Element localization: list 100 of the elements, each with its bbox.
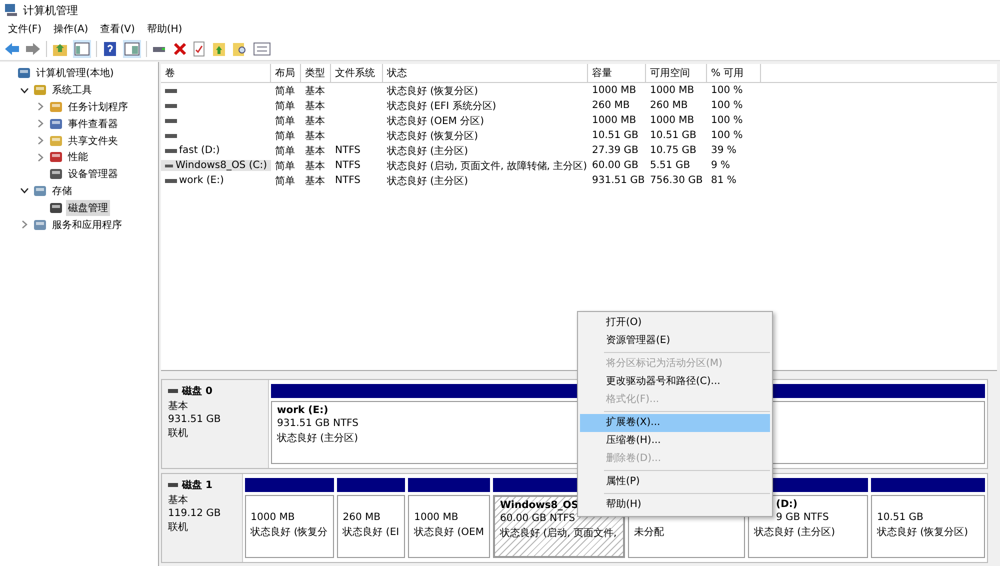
table-cell-text: 基本 <box>305 130 325 142</box>
column-header[interactable]: 文件系统 <box>331 64 383 82</box>
table-cell[interactable]: work (E:) <box>179 175 224 186</box>
table-cell: 100 % <box>711 115 743 126</box>
context-menu-item[interactable]: 压缩卷(H)... <box>580 432 770 450</box>
tree-item[interactable]: 设备管理器 <box>66 166 120 182</box>
disk-type: 基本 <box>168 400 189 413</box>
column-header[interactable]: 状态 <box>383 64 588 82</box>
table-cell-text: 基本 <box>305 114 325 128</box>
context-menu-item[interactable]: 属性(P) <box>580 473 770 491</box>
table-cell-text: 简单 <box>275 144 295 158</box>
table-cell-text: 简单 <box>275 130 295 142</box>
table-cell: 100 % <box>711 130 743 141</box>
table-cell-text: 状态良好 (启动, 页面文件, 故障转储, 主分区) <box>387 160 588 172</box>
partition-status: 状态良好 (主分区) <box>754 526 835 539</box>
tree-item[interactable]: 任务计划程序 <box>66 98 130 115</box>
table-cell: 260 MB <box>592 100 630 111</box>
table-cell-text: 基本 <box>305 84 325 98</box>
partition-status: 状态良好 (EI <box>342 526 400 539</box>
tree-item[interactable]: 存储 <box>50 182 74 199</box>
table-cell-text: 基本 <box>305 100 325 112</box>
table-cell: 10.51 GB <box>650 130 696 141</box>
table-cell: 10.51 GB <box>592 130 638 141</box>
disk-size: 931.51 GB <box>168 414 222 425</box>
column-header[interactable]: 可用空间 <box>646 64 707 82</box>
table-cell: 100 % <box>711 85 743 96</box>
tree-item[interactable]: 事件查看器 <box>66 116 120 132</box>
partition-block[interactable]: 1000 MB 状态良好 (恢复分 <box>244 495 334 558</box>
table-cell: NTFS <box>335 175 361 186</box>
table-cell: NTFS <box>335 145 361 156</box>
partition-status: 状态良好 (恢复分 <box>250 526 328 539</box>
tree-item[interactable]: 计算机管理(本地) <box>34 65 116 82</box>
table-cell-text: 简单 <box>275 174 295 188</box>
table-cell-text: 状态良好 (OEM 分区) <box>387 114 484 128</box>
table-cell: 81 % <box>711 175 736 186</box>
tree-item[interactable]: 性能 <box>66 149 90 166</box>
partition-status: 状态良好 (启动, 页面文件, <box>500 526 617 540</box>
table-cell-text: 基本 <box>305 174 325 188</box>
menu-item[interactable]: 操作(A) <box>50 21 92 37</box>
partition-status: 状态良好 (OEM <box>414 526 484 539</box>
partition-block[interactable]: 260 MB 状态良好 (EI <box>336 495 406 558</box>
table-cell: 931.51 GB <box>592 175 645 186</box>
disk-size: 119.12 GB <box>168 508 222 519</box>
context-menu-item[interactable]: 打开(O) <box>580 314 770 332</box>
column-header[interactable]: % 可用 <box>707 64 761 82</box>
table-cell[interactable]: fast (D:) <box>179 145 220 156</box>
tree-item[interactable]: 磁盘管理 <box>66 200 110 216</box>
context-menu-item[interactable]: 更改驱动器号和路径(C)... <box>580 373 770 391</box>
table-cell: 5.51 GB <box>650 160 690 171</box>
table-cell: 27.39 GB <box>592 145 638 156</box>
partition-block[interactable]: 10.51 GB 状态良好 (恢复分区) <box>871 495 985 558</box>
column-header[interactable]: 布局 <box>271 64 301 82</box>
partition-size: 9 GB NTFS <box>775 512 829 524</box>
partition-size: 1000 MB <box>414 512 458 524</box>
partition-size: 1000 MB <box>250 512 295 524</box>
column-header[interactable]: 容量 <box>588 64 646 82</box>
tree-item[interactable]: 系统工具 <box>50 82 94 98</box>
menu-item[interactable]: 帮助(H) <box>142 21 186 37</box>
table-cell: 1000 MB <box>650 115 694 126</box>
tree-item[interactable]: 服务和应用程序 <box>50 216 124 233</box>
disk-name: 磁盘 1 <box>182 478 212 492</box>
partition-name: (D:) <box>775 499 798 511</box>
table-cell: 39 % <box>711 145 736 156</box>
partition-status: 状态良好 (主分区) <box>277 432 358 445</box>
partition-status: 状态良好 (恢复分区) <box>877 526 968 539</box>
table-cell: 1000 MB <box>592 115 636 126</box>
partition-name: work (E:) <box>277 405 328 417</box>
table-cell-text: 简单 <box>275 160 295 172</box>
context-menu-item[interactable]: 资源管理器(E) <box>580 332 770 350</box>
table-cell: 756.30 GB <box>650 175 703 186</box>
table-cell: 10.75 GB <box>650 145 696 156</box>
table-cell-text: 状态良好 (主分区) <box>387 144 468 158</box>
partition-size: 60.00 GB NTFS <box>500 513 576 525</box>
tree-item[interactable]: 共享文件夹 <box>66 132 120 149</box>
table-cell-text: 状态良好 (EFI 系统分区) <box>387 100 496 112</box>
table-cell: 60.00 GB <box>592 160 638 171</box>
table-cell: 1000 MB <box>650 85 694 96</box>
partition-size: 10.51 GB <box>877 512 924 524</box>
table-cell-text: 简单 <box>275 114 295 128</box>
partition-name: Windows8_OS <box>500 500 578 512</box>
table-cell: NTFS <box>335 160 361 171</box>
table-cell-text: 简单 <box>275 84 295 98</box>
menu-item[interactable]: 查看(V) <box>96 21 139 37</box>
disk-name: 磁盘 0 <box>182 384 212 398</box>
table-cell-text: 状态良好 (恢复分区) <box>387 130 478 142</box>
partition-block[interactable]: 1000 MB 状态良好 (OEM <box>408 495 490 558</box>
table-cell-text: 基本 <box>305 144 325 158</box>
partition-status: 未分配 <box>634 526 664 539</box>
table-cell: 1000 MB <box>592 85 636 96</box>
column-header[interactable]: 类型 <box>301 64 331 82</box>
disk-status: 联机 <box>168 426 189 440</box>
context-menu-item[interactable]: 扩展卷(X)... <box>580 414 770 432</box>
table-cell: 260 MB <box>650 100 688 111</box>
partition-size: 260 MB <box>342 512 380 524</box>
column-header[interactable]: 卷 <box>161 64 271 82</box>
window-title: 计算机管理 <box>23 2 78 18</box>
table-cell-text: 状态良好 (恢复分区) <box>387 84 478 98</box>
table-cell: 9 % <box>711 160 730 171</box>
table-cell-text: 基本 <box>305 160 325 172</box>
menu-item[interactable]: 文件(F) <box>4 21 46 37</box>
